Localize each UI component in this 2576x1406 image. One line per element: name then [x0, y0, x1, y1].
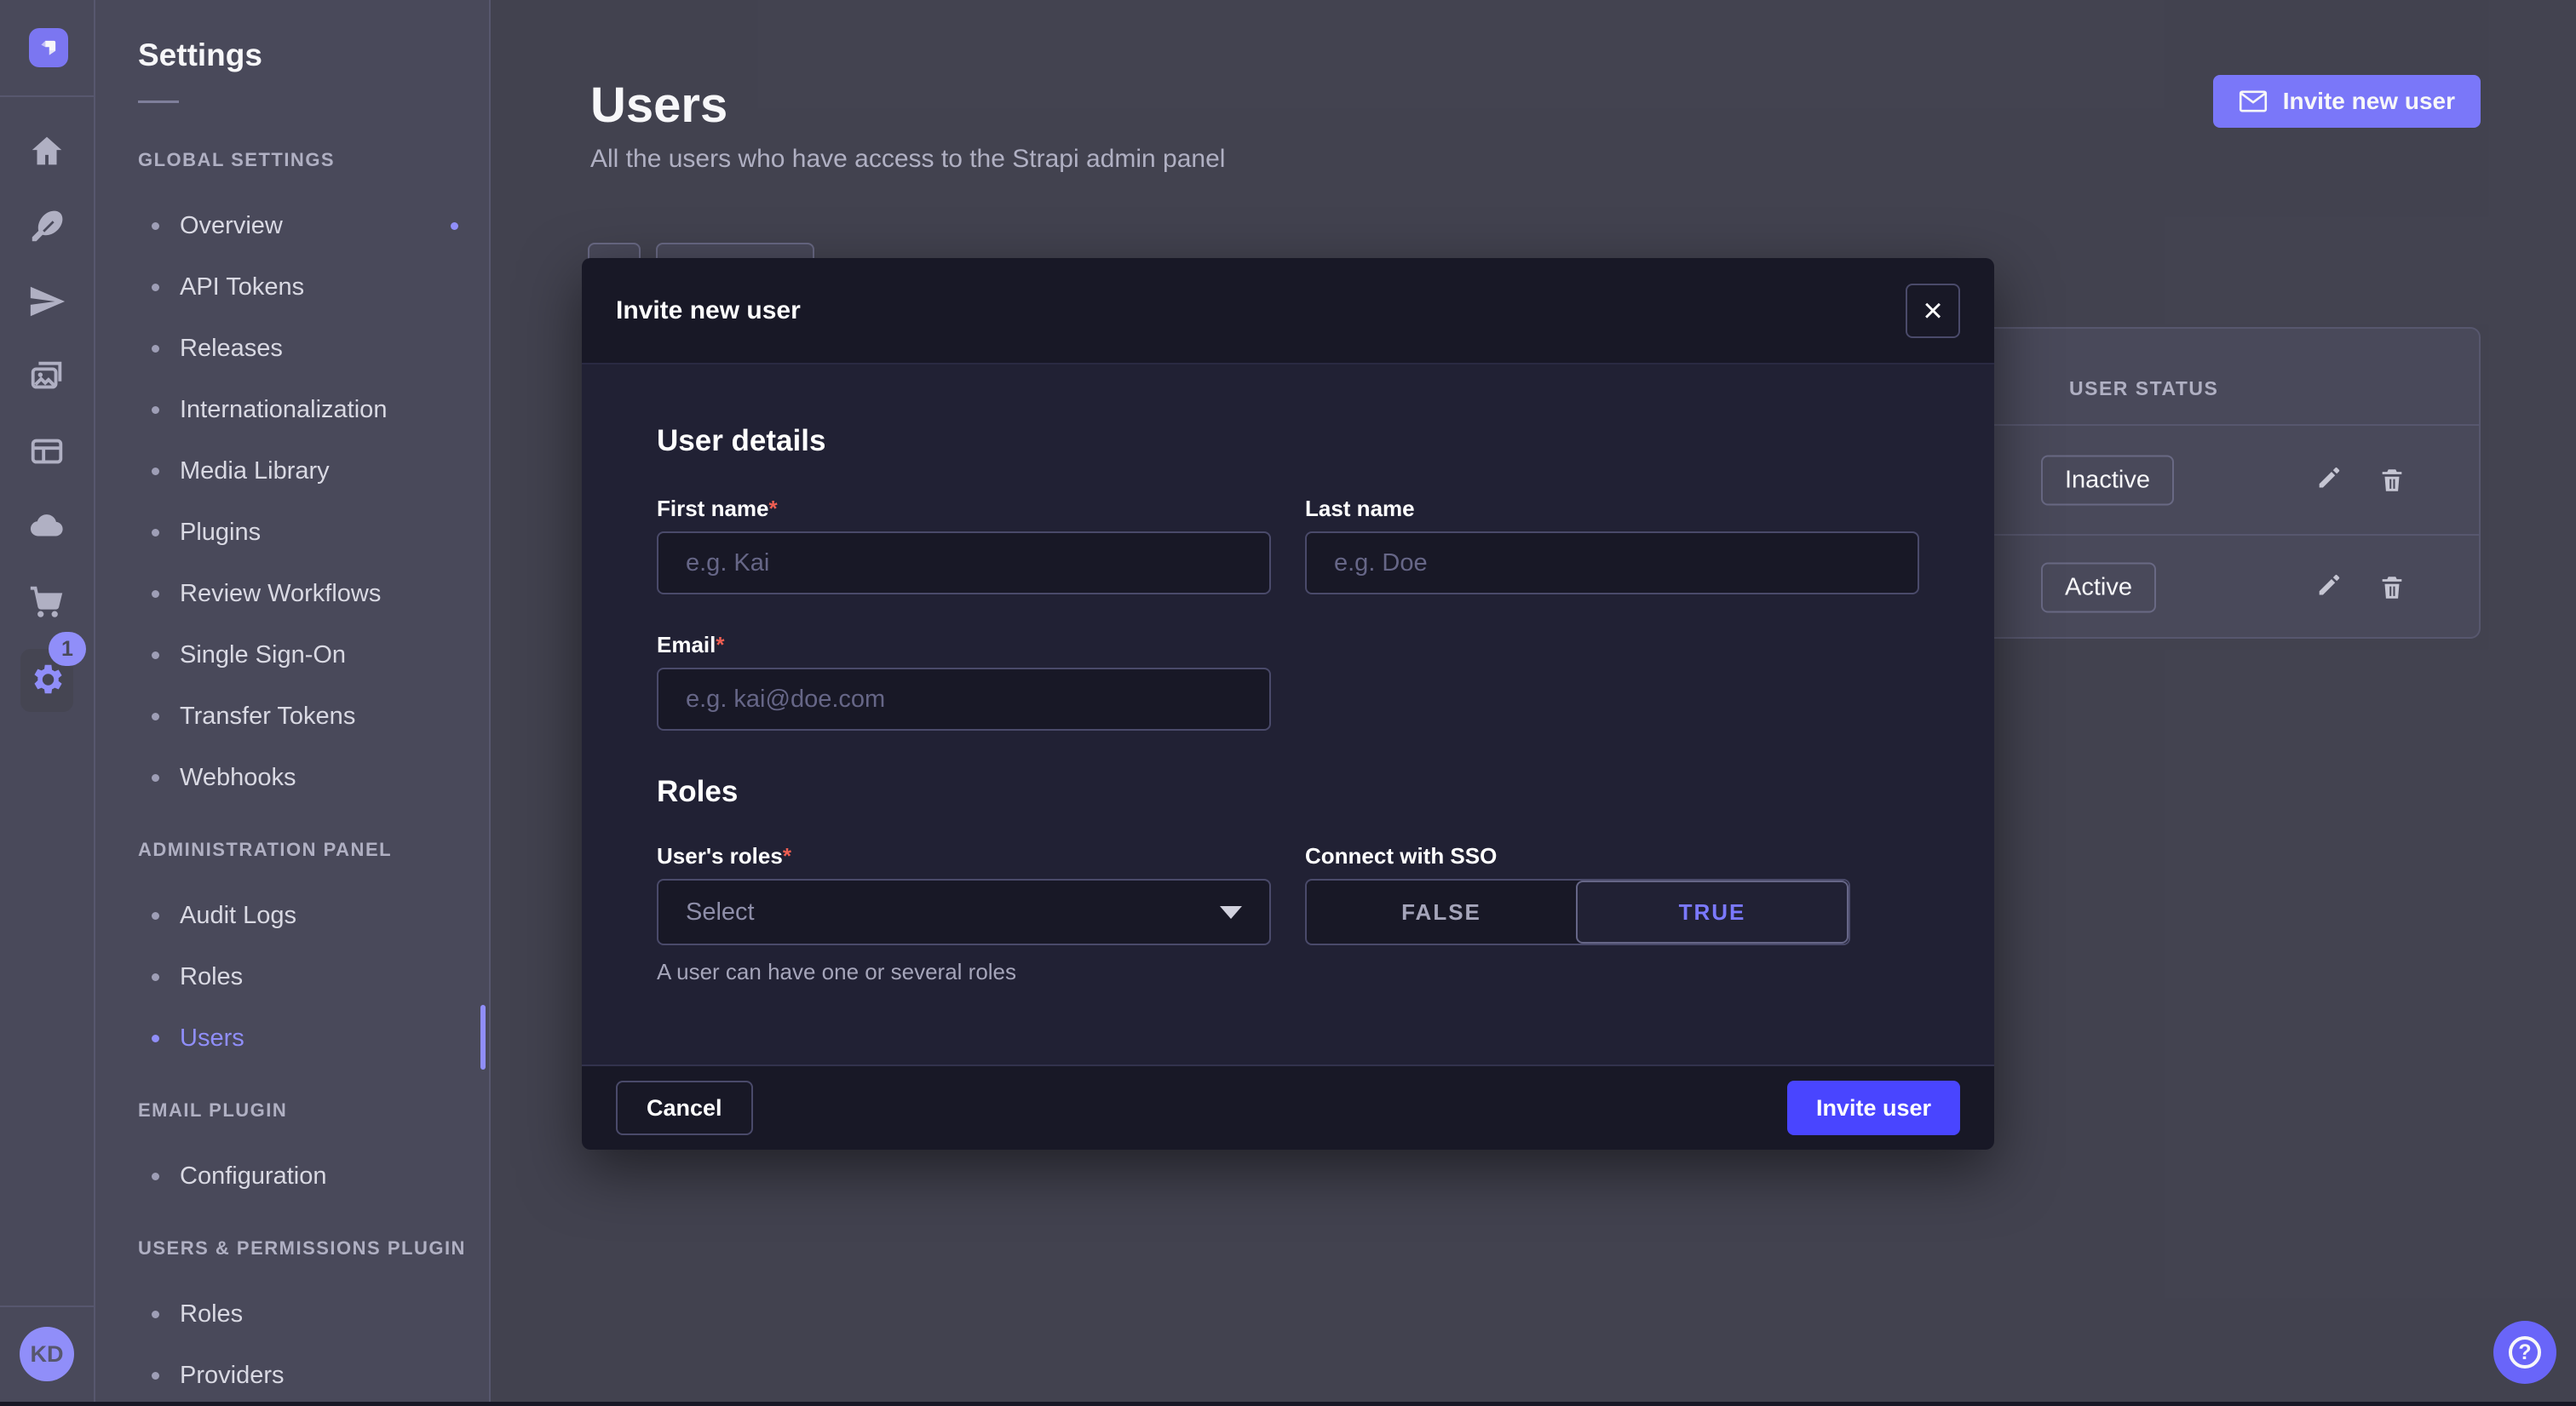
roles-select-value: Select	[686, 898, 755, 927]
user-details-heading: User details	[657, 424, 1919, 458]
roles-hint: A user can have one or several roles	[657, 959, 1271, 985]
sso-label: Connect with SSO	[1305, 843, 1919, 869]
last-name-field: Last name	[1305, 496, 1919, 594]
last-name-input[interactable]	[1305, 531, 1919, 594]
user-roles-label: User's roles*	[657, 843, 1271, 869]
sso-toggle: FALSE TRUE	[1305, 879, 1850, 945]
first-name-field: First name*	[657, 496, 1271, 594]
modal-footer: Cancel Invite user	[582, 1065, 1994, 1150]
invite-user-submit-button[interactable]: Invite user	[1787, 1081, 1960, 1135]
cancel-button[interactable]: Cancel	[616, 1081, 753, 1135]
modal-title: Invite new user	[616, 296, 801, 325]
invite-user-modal: Invite new user × User details First nam…	[582, 258, 1994, 1150]
required-asterisk: *	[783, 843, 791, 869]
email-field: Email*	[657, 632, 1271, 731]
modal-body: User details First name* Last name Email…	[582, 364, 1994, 1065]
sso-true-option[interactable]: TRUE	[1576, 881, 1849, 944]
email-label: Email*	[657, 632, 1271, 657]
email-input[interactable]	[657, 668, 1271, 731]
required-asterisk: *	[716, 632, 724, 657]
required-asterisk: *	[769, 496, 778, 521]
last-name-label: Last name	[1305, 496, 1919, 521]
roles-select[interactable]: Select	[657, 879, 1271, 945]
close-button[interactable]: ×	[1906, 284, 1960, 338]
first-name-label: First name*	[657, 496, 1271, 521]
roles-heading: Roles	[657, 775, 1919, 809]
sso-field: Connect with SSO FALSE TRUE	[1305, 843, 1919, 985]
strapi-admin: 1 KD Settings GLOBAL SETTINGS Overview A…	[0, 0, 2576, 1402]
user-roles-field: User's roles* Select A user can have one…	[657, 843, 1271, 985]
first-name-input[interactable]	[657, 531, 1271, 594]
sso-false-option[interactable]: FALSE	[1307, 881, 1576, 944]
modal-header: Invite new user ×	[582, 258, 1994, 364]
close-icon: ×	[1923, 294, 1942, 328]
chevron-down-icon	[1220, 906, 1242, 919]
